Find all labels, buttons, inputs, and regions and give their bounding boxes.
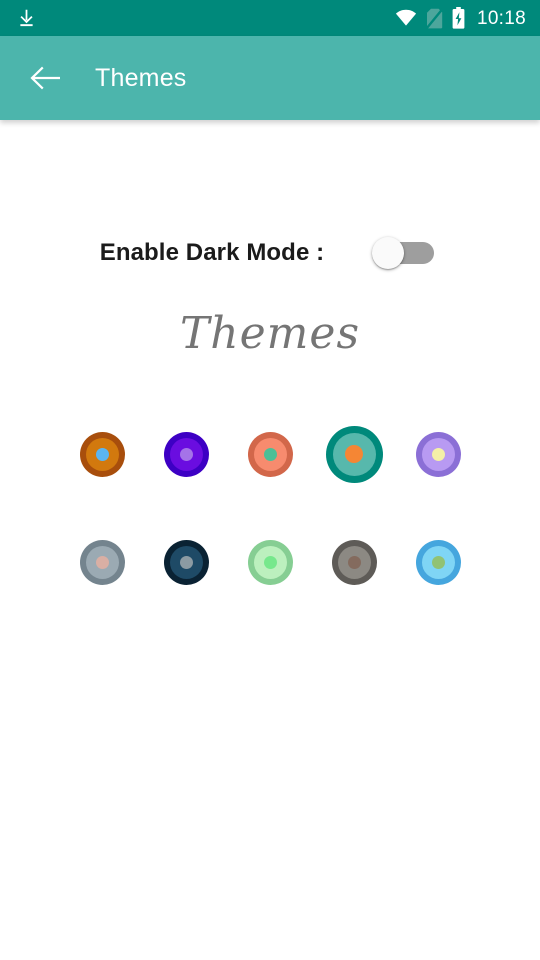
swatch-center-dot bbox=[179, 447, 193, 461]
swatch-fill bbox=[421, 545, 455, 579]
swatch-ring bbox=[325, 425, 383, 483]
swatch-ring bbox=[163, 431, 209, 477]
swatch-ring bbox=[79, 431, 125, 477]
theme-swatch-row bbox=[0, 400, 540, 508]
battery-charging-icon bbox=[452, 7, 465, 29]
theme-swatch-7[interactable] bbox=[144, 520, 228, 604]
wifi-icon bbox=[395, 9, 417, 26]
swatch-center-dot bbox=[95, 555, 109, 569]
toggle-thumb bbox=[372, 237, 405, 269]
swatch-center-dot bbox=[345, 445, 363, 463]
main-content: Enable Dark Mode : Themes bbox=[0, 120, 540, 960]
swatch-fill bbox=[169, 545, 203, 579]
theme-swatch-10[interactable] bbox=[396, 520, 480, 604]
arrow-back-icon bbox=[30, 66, 60, 90]
theme-swatch-9[interactable] bbox=[312, 520, 396, 604]
status-bar: 10:18 bbox=[0, 0, 540, 36]
app-bar: Themes bbox=[0, 36, 540, 120]
swatch-fill bbox=[85, 545, 119, 579]
theme-swatch-row bbox=[0, 508, 540, 616]
status-bar-left-icons bbox=[16, 8, 37, 29]
swatch-center-dot bbox=[263, 555, 277, 569]
theme-swatch-8[interactable] bbox=[228, 520, 312, 604]
swatch-center-dot bbox=[431, 447, 445, 461]
dark-mode-label: Enable Dark Mode : bbox=[99, 239, 325, 266]
swatch-center-dot bbox=[179, 555, 193, 569]
swatch-ring bbox=[331, 539, 377, 585]
dark-mode-row: Enable Dark Mode : bbox=[0, 233, 540, 273]
theme-swatch-4[interactable] bbox=[312, 412, 396, 496]
swatch-ring bbox=[415, 539, 461, 585]
swatch-center-dot bbox=[347, 555, 361, 569]
theme-swatch-1[interactable] bbox=[60, 412, 144, 496]
theme-swatch-6[interactable] bbox=[60, 520, 144, 604]
swatch-ring bbox=[163, 539, 209, 585]
swatch-fill bbox=[169, 437, 203, 471]
status-bar-clock: 10:18 bbox=[476, 7, 526, 29]
swatch-center-dot bbox=[263, 447, 277, 461]
swatch-fill bbox=[332, 432, 376, 476]
swatch-fill bbox=[337, 545, 371, 579]
theme-swatch-5[interactable] bbox=[396, 412, 480, 496]
back-button[interactable] bbox=[17, 50, 73, 106]
swatch-ring bbox=[247, 431, 293, 477]
theme-swatch-2[interactable] bbox=[144, 412, 228, 496]
swatch-ring bbox=[79, 539, 125, 585]
swatch-fill bbox=[421, 437, 455, 471]
themes-screen: 10:18 Themes Enable Dark Mode : Themes bbox=[0, 0, 540, 960]
theme-swatch-3[interactable] bbox=[228, 412, 312, 496]
swatch-center-dot bbox=[431, 555, 445, 569]
swatch-center-dot bbox=[95, 447, 109, 461]
page-title: Themes bbox=[95, 63, 187, 92]
no-sim-card-icon bbox=[425, 7, 443, 29]
swatch-ring bbox=[247, 539, 293, 585]
themes-heading: Themes bbox=[179, 308, 361, 359]
swatch-fill bbox=[253, 437, 287, 471]
swatch-fill bbox=[253, 545, 287, 579]
swatch-fill bbox=[85, 437, 119, 471]
download-icon bbox=[20, 9, 33, 26]
theme-swatch-grid bbox=[0, 400, 540, 616]
status-bar-right-icons: 10:18 bbox=[395, 7, 526, 29]
swatch-ring bbox=[415, 431, 461, 477]
dark-mode-toggle[interactable] bbox=[372, 233, 440, 273]
